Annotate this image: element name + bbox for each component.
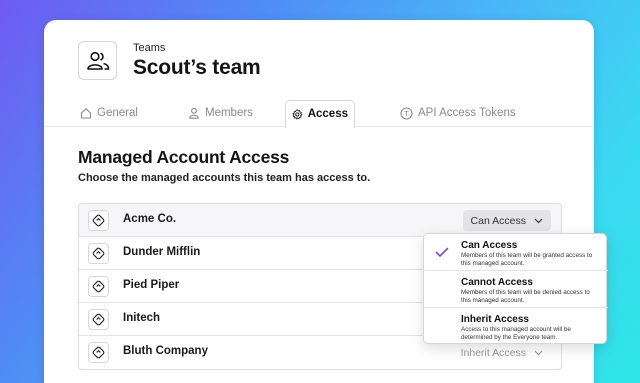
account-name: Initech [123,312,161,324]
tab-access-label: Access [307,108,348,120]
account-icon [88,342,109,363]
access-select[interactable]: Can Access [462,210,551,231]
option-title: Inherit Access [461,314,529,325]
team-avatar [78,41,117,80]
svg-text:T: T [404,109,409,118]
account-name: Bluth Company [123,345,208,357]
tab-general-label: General [97,107,138,119]
option-cannot-access[interactable]: Cannot Access Members of this team will … [424,271,608,308]
managed-account-icon [92,346,105,359]
access-dropdown-menu: Can Access Members of this team will be … [423,233,608,345]
page-title: Scout’s team [133,56,261,79]
managed-account-icon [92,214,105,227]
account-name: Dunder Mifflin [123,246,201,258]
chevron-down-icon [534,218,543,223]
account-icon [88,276,109,297]
team-people-icon [86,51,109,70]
option-title: Can Access [461,240,518,251]
account-icon [88,243,109,264]
gear-icon [292,108,303,119]
tab-bar: General Members Access T API Access Toke… [44,100,594,128]
option-title: Cannot Access [461,277,533,288]
option-inherit-access[interactable]: Inherit Access Access to this managed ac… [424,308,608,345]
managed-account-icon [92,247,105,260]
tab-members-label: Members [205,107,253,119]
managed-account-icon [92,280,105,293]
home-icon [80,108,92,119]
access-select-value: Inherit Access [460,346,526,359]
section-description: Choose the managed accounts this team ha… [78,172,371,184]
breadcrumb-teams: Teams [133,42,166,54]
person-icon [189,107,199,119]
tab-members[interactable]: Members [182,100,259,126]
option-description: Members of this team will be granted acc… [461,252,593,267]
chevron-down-icon [534,350,543,355]
section-title: Managed Account Access [78,147,290,167]
account-icon [88,309,109,330]
token-icon: T [400,106,413,120]
tab-api-access-tokens[interactable]: T API Access Tokens [394,100,522,126]
account-name: Pied Piper [123,279,180,291]
option-description: Members of this team will be denied acce… [461,289,590,304]
account-name: Acme Co. [123,213,177,225]
access-select[interactable]: Inherit Access [453,342,551,363]
checkmark-icon [435,247,449,257]
access-select-value: Can Access [470,214,526,227]
account-icon [88,210,109,231]
tab-general[interactable]: General [74,100,144,126]
option-can-access[interactable]: Can Access Members of this team will be … [424,234,608,271]
managed-account-icon [92,313,105,326]
option-description: Access to this managed account will be d… [461,326,571,341]
tab-api-tokens-label: API Access Tokens [418,107,516,119]
tab-access[interactable]: Access [285,100,355,128]
